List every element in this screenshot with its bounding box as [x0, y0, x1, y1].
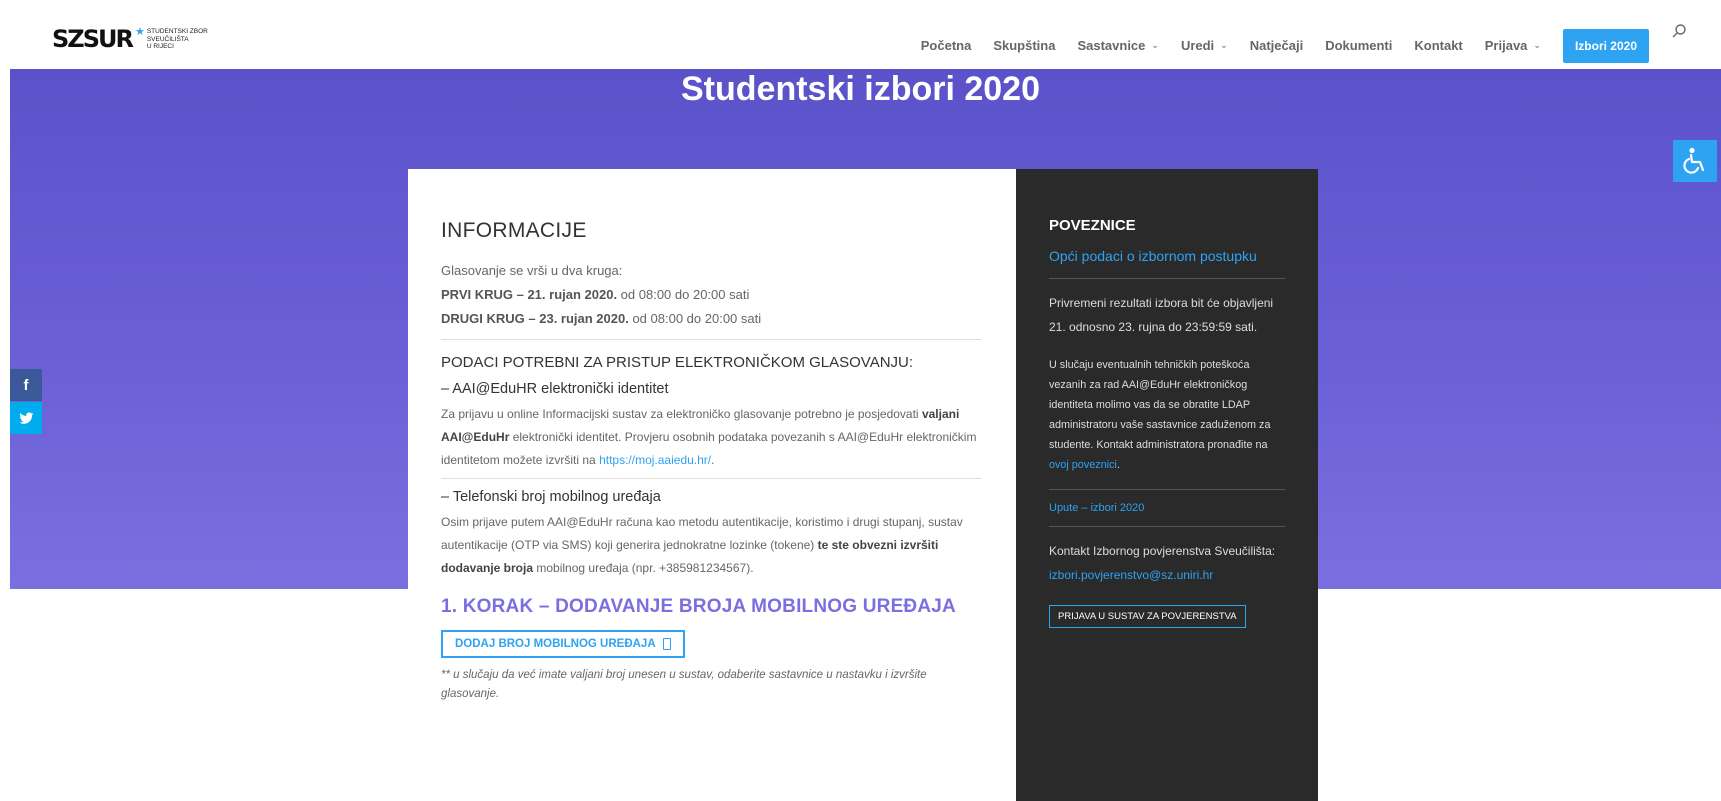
- add-mobile-number-button[interactable]: DODAJ BROJ MOBILNOG UREĐAJA: [441, 630, 685, 658]
- text: Za prijavu u online Informacijski sustav…: [441, 407, 922, 421]
- chevron-down-icon: ⌄: [1533, 40, 1541, 50]
- identity-description: Za prijavu u online Informacijski sustav…: [441, 403, 981, 472]
- logo-line: U RIJECI: [146, 43, 174, 50]
- sidebar-heading: POVEZNICE: [1049, 217, 1136, 234]
- accessibility-button[interactable]: [1673, 140, 1717, 182]
- nav-item-dokumenti[interactable]: Dokumenti: [1325, 16, 1392, 53]
- text: .: [1116, 459, 1120, 471]
- round-2-label: DRUGI KRUG – 23. rujan 2020.: [441, 311, 629, 326]
- instructions-link[interactable]: Upute – izbori 2020: [1049, 502, 1285, 514]
- star-icon: ★: [134, 26, 145, 38]
- round-1-time: od 08:00 do 20:00 sati: [617, 287, 750, 302]
- section-heading: INFORMACIJE: [441, 219, 587, 242]
- nav-label: Kontakt: [1414, 38, 1463, 53]
- site-header: SZSUR ★ STUDENTSKI ZBOR SVEUČILIŠTA U RI…: [0, 0, 1721, 69]
- nav-label: Sastavnice: [1077, 38, 1146, 53]
- mobile-heading: – Telefonski broj mobilnog uređaja: [441, 489, 661, 505]
- info-panel: INFORMACIJE Glasovanje se vrši u dva kru…: [408, 169, 1016, 801]
- chevron-down-icon: ⌄: [1151, 40, 1159, 50]
- links-sidebar: POVEZNICE Opći podaci o izbornom postupk…: [1016, 169, 1318, 801]
- nav-label: Prijava: [1484, 38, 1528, 53]
- nav-label: Natječaji: [1249, 38, 1304, 53]
- site-logo[interactable]: SZSUR ★ STUDENTSKI ZBOR SVEUČILIŠTA U RI…: [52, 26, 208, 52]
- results-notice: Privremeni rezultati izbora bit će objav…: [1049, 296, 1274, 334]
- button-label: DODAJ BROJ MOBILNOG UREĐAJA: [455, 638, 656, 650]
- nav-item-pocetna[interactable]: Početna: [921, 16, 972, 53]
- round-1-info: PRVI KRUG – 21. rujan 2020. od 08:00 do …: [441, 283, 981, 307]
- nav-item-sastavnice[interactable]: Sastavnice ⌄: [1077, 16, 1158, 53]
- nav-label: Dokumenti: [1325, 38, 1393, 53]
- aaiedu-link[interactable]: https://moj.aaiedu.hr/: [599, 453, 711, 467]
- divider: [441, 478, 981, 479]
- commission-login-button[interactable]: PRIJAVA U SUSTAV ZA POVJERENSTVA: [1049, 605, 1246, 628]
- step-1-heading: 1. KORAK – DODAVANJE BROJA MOBILNOG UREĐ…: [441, 596, 956, 617]
- admin-contact-link[interactable]: ovoj poveznici: [1049, 459, 1117, 471]
- main-nav: Početna Skupština Sastavnice ⌄ Uredi ⌄ Nat…: [921, 0, 1721, 69]
- divider: [441, 339, 981, 340]
- nav-item-skupstina[interactable]: Skupština: [993, 16, 1055, 53]
- facebook-share-button[interactable]: f: [10, 369, 42, 401]
- logo-wordmark: SZSUR: [52, 25, 134, 53]
- twitter-icon: [18, 411, 33, 424]
- text: mobilnog uređaja (npr. +385981234567).: [533, 561, 754, 575]
- commission-contact-label: Kontakt Izbornog povjerenstva Sveučilišt…: [1049, 544, 1276, 558]
- divider: [1049, 489, 1285, 490]
- nav-item-uredi[interactable]: Uredi ⌄: [1181, 16, 1228, 53]
- page-title: Studentski izbori 2020: [681, 70, 1040, 108]
- nav-item-natjecaji[interactable]: Natječaji: [1250, 16, 1303, 53]
- logo-line: SVEUČILIŠTA: [146, 35, 189, 43]
- search-icon[interactable]: [1671, 23, 1687, 39]
- mobile-phone-icon: [662, 638, 671, 650]
- nav-item-prijava[interactable]: Prijava ⌄: [1485, 16, 1541, 53]
- logo-line: STUDENTSKI ZBOR: [146, 28, 208, 35]
- twitter-share-button[interactable]: [10, 402, 42, 434]
- nav-label: Skupština: [993, 38, 1056, 53]
- round-2-info: DRUGI KRUG – 23. rujan 2020. od 08:00 do…: [441, 307, 981, 331]
- nav-item-kontakt[interactable]: Kontakt: [1414, 16, 1462, 53]
- logo-subtitle: STUDENTSKI ZBOR SVEUČILIŠTA U RIJECI: [147, 28, 208, 51]
- nav-label: Početna: [920, 38, 972, 53]
- commission-email-link[interactable]: izbori.povjerenstvo@sz.uniri.hr: [1049, 563, 1285, 587]
- mobile-note: ** u slučaju da već imate valjani broj u…: [441, 669, 927, 700]
- nav-label: Uredi: [1180, 38, 1215, 53]
- identity-heading: – AAI@EduHR elektronički identitet: [441, 381, 669, 397]
- mobile-description: Osim prijave putem AAI@EduHr računa kao …: [441, 511, 981, 580]
- election-info-link[interactable]: Opći podaci o izbornom postupku: [1049, 248, 1285, 264]
- divider: [1049, 526, 1285, 527]
- voting-intro: Glasovanje se vrši u dva kruga:: [441, 263, 623, 278]
- access-heading: PODACI POTREBNI ZA PRISTUP ELEKTRONIČKOM…: [441, 354, 914, 371]
- round-1-label: PRVI KRUG – 21. rujan 2020.: [441, 287, 618, 302]
- round-2-time: od 08:00 do 20:00 sati: [628, 311, 762, 326]
- text: .: [711, 453, 715, 467]
- izbori-2020-button[interactable]: Izbori 2020: [1562, 28, 1649, 63]
- tech-support-notice: U slučaju eventualnih tehničkih poteškoć…: [1049, 355, 1285, 475]
- facebook-icon: f: [23, 376, 29, 394]
- chevron-down-icon: ⌄: [1220, 40, 1228, 50]
- text: U slučaju eventualnih tehničkih poteškoć…: [1049, 359, 1271, 451]
- wheelchair-icon: [1683, 147, 1705, 174]
- divider: [1049, 278, 1285, 279]
